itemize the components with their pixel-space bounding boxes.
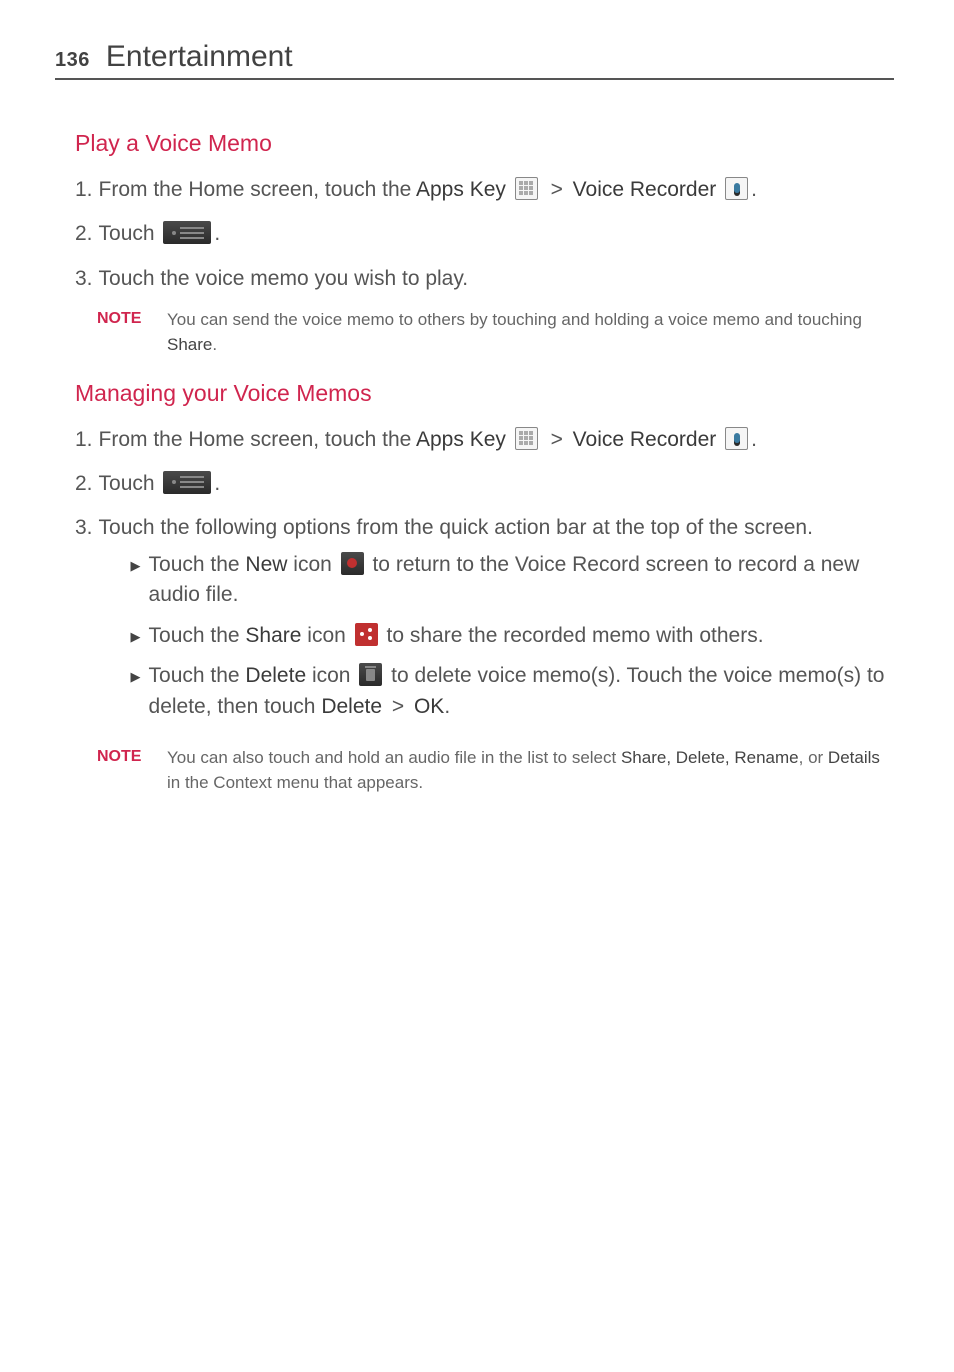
apps-key-icon	[515, 177, 538, 200]
step-body: Touch .	[99, 219, 894, 249]
manage-note: NOTE You can also touch and hold an audi…	[75, 746, 894, 795]
step-body: Touch the following options from the qui…	[99, 513, 894, 732]
page-header: 136 Entertainment	[55, 40, 894, 80]
arrow-icon: ▶	[131, 550, 149, 576]
manage-heading: Managing your Voice Memos	[75, 380, 894, 407]
play-step-1: 1. From the Home screen, touch the Apps …	[75, 175, 894, 205]
note-text: You can send the voice memo to others by…	[167, 308, 894, 357]
step-body: Touch .	[99, 469, 894, 499]
delete-icon	[359, 663, 382, 686]
step-number: 1.	[75, 175, 93, 205]
note-text: You can also touch and hold an audio fil…	[167, 746, 894, 795]
bullet-share: ▶ Touch the Share icon to share the reco…	[131, 621, 894, 651]
step-body: Touch the voice memo you wish to play.	[99, 264, 894, 294]
step-number: 2.	[75, 469, 93, 499]
step-number: 1.	[75, 425, 93, 455]
voice-recorder-icon	[725, 177, 748, 200]
manage-step-1: 1. From the Home screen, touch the Apps …	[75, 425, 894, 455]
list-button-icon	[163, 221, 211, 244]
manage-step-3: 3. Touch the following options from the …	[75, 513, 894, 732]
list-button-icon	[163, 471, 211, 494]
arrow-icon: ▶	[131, 621, 149, 647]
bullet-list: ▶ Touch the New icon to return to the Vo…	[99, 550, 894, 722]
play-heading: Play a Voice Memo	[75, 130, 894, 157]
share-icon	[355, 623, 378, 646]
play-step-2: 2. Touch .	[75, 219, 894, 249]
apps-key-icon	[515, 427, 538, 450]
arrow-icon: ▶	[131, 661, 149, 687]
step-body: From the Home screen, touch the Apps Key…	[99, 425, 894, 455]
step-number: 2.	[75, 219, 93, 249]
step-body: From the Home screen, touch the Apps Key…	[99, 175, 894, 205]
section-title: Entertainment	[106, 40, 293, 74]
bullet-delete: ▶ Touch the Delete icon to delete voice …	[131, 661, 894, 722]
page-content: Play a Voice Memo 1. From the Home scree…	[55, 130, 894, 795]
manage-step-2: 2. Touch .	[75, 469, 894, 499]
step-number: 3.	[75, 513, 93, 543]
bullet-new: ▶ Touch the New icon to return to the Vo…	[131, 550, 894, 611]
page-number: 136	[55, 49, 90, 72]
new-record-icon	[341, 552, 364, 575]
voice-recorder-icon	[725, 427, 748, 450]
note-label: NOTE	[97, 746, 167, 766]
step-number: 3.	[75, 264, 93, 294]
play-note: NOTE You can send the voice memo to othe…	[75, 308, 894, 357]
note-label: NOTE	[97, 308, 167, 328]
play-step-3: 3. Touch the voice memo you wish to play…	[75, 264, 894, 294]
